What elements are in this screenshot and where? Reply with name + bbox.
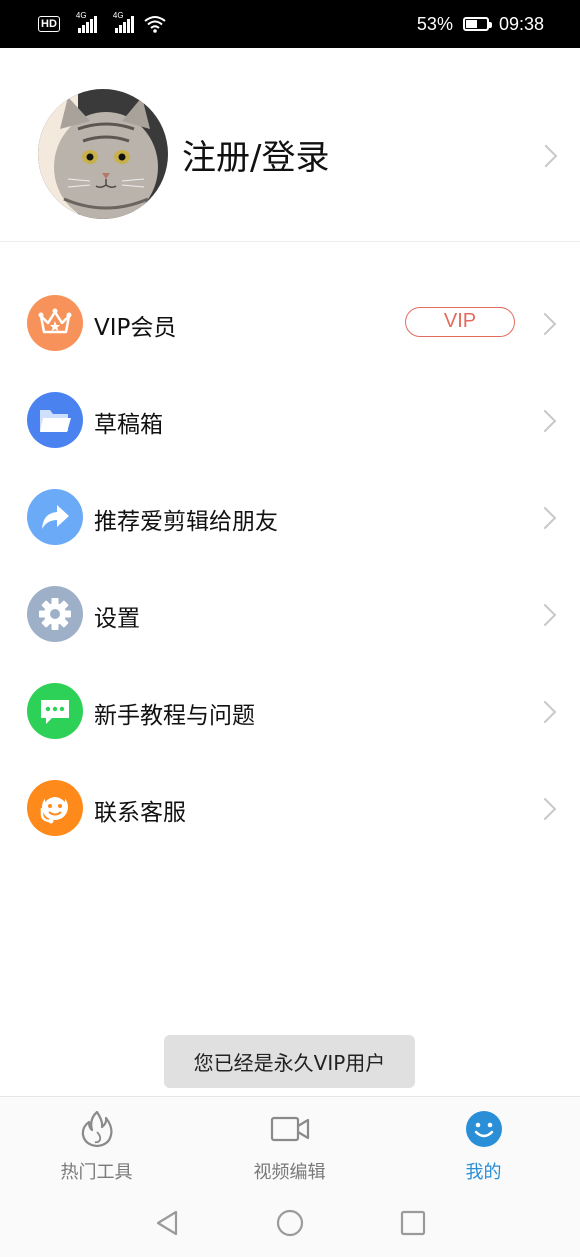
chevron-right-icon: [533, 700, 557, 724]
customer-service-icon: [27, 780, 83, 836]
menu-label-settings: 设置: [94, 606, 140, 632]
system-nav-bar: [0, 1191, 580, 1257]
tab-label: 热门工具: [60, 1162, 133, 1183]
menu-label-recommend: 推荐爱剪辑给朋友: [94, 509, 278, 535]
battery-percent: 53%: [416, 13, 453, 34]
chevron-right-icon: [534, 144, 558, 168]
share-arrow-icon: [27, 489, 83, 545]
chevron-right-icon: [533, 409, 557, 433]
menu-item-vip[interactable]: VIP会员 VIP: [0, 276, 580, 373]
tab-hot-tools[interactable]: 热门工具: [0, 1097, 193, 1192]
chevron-right-icon: [533, 797, 557, 821]
recent-apps-icon[interactable]: [398, 1208, 428, 1238]
signal-strength-icon-2: 4G: [113, 11, 134, 33]
menu-item-recommend[interactable]: 推荐爱剪辑给朋友: [0, 470, 580, 567]
hd-badge: HD: [38, 16, 60, 32]
menu-item-settings[interactable]: 设置: [0, 567, 580, 664]
video-camera-icon: [270, 1116, 309, 1142]
toast-message: 您已经是永久VIP用户: [164, 1035, 415, 1088]
smiley-icon: [465, 1111, 502, 1147]
flame-icon: [81, 1110, 113, 1148]
status-left: HD 4G 4G: [38, 11, 166, 33]
gear-icon: [27, 586, 83, 642]
menu-item-tutorial[interactable]: 新手教程与问题: [0, 664, 580, 761]
chevron-right-icon: [533, 312, 557, 336]
chat-icon: [27, 683, 83, 739]
home-icon[interactable]: [275, 1208, 305, 1238]
menu-list: VIP会员 VIP 草稿箱 推荐爱剪辑给朋友 设置 新手教程与问题 联系客服: [0, 276, 580, 858]
network-type-label-2: 4G: [112, 11, 124, 20]
chevron-right-icon: [533, 506, 557, 530]
back-icon[interactable]: [152, 1208, 182, 1238]
toast-text: 您已经是永久VIP用户: [193, 1051, 386, 1075]
wifi-icon: [144, 16, 166, 33]
battery-fill: [465, 20, 477, 28]
vip-badge: VIP: [405, 307, 515, 337]
signal-strength-icon: 4G: [76, 11, 97, 33]
chevron-right-icon: [533, 603, 557, 627]
cat-avatar-icon[interactable]: [38, 89, 168, 219]
menu-label-tutorial: 新手教程与问题: [94, 703, 255, 729]
menu-label-vip: VIP会员: [94, 315, 177, 341]
login-register-link[interactable]: 注册/登录: [182, 130, 329, 179]
network-type-label: 4G: [75, 11, 87, 20]
menu-label-drafts: 草稿箱: [94, 412, 163, 438]
folder-icon: [27, 392, 83, 448]
menu-item-contact[interactable]: 联系客服: [0, 761, 580, 858]
crown-icon: [27, 295, 83, 351]
tab-mine[interactable]: 我的: [387, 1097, 580, 1192]
tab-label: 视频编辑: [253, 1162, 326, 1183]
clock: 09:38: [498, 13, 544, 34]
menu-item-drafts[interactable]: 草稿箱: [0, 373, 580, 470]
status-bar: HD 4G 4G 53% 09:38: [0, 0, 580, 48]
menu-label-contact: 联系客服: [94, 800, 186, 826]
battery-icon: [462, 17, 492, 31]
bottom-tab-bar: 热门工具 视频编辑 我的: [0, 1096, 580, 1192]
profile-header[interactable]: 注册/登录: [0, 48, 580, 242]
tab-label: 我的: [465, 1162, 502, 1183]
tab-video-edit[interactable]: 视频编辑: [193, 1097, 386, 1192]
status-right: 53% 09:38: [417, 14, 544, 35]
